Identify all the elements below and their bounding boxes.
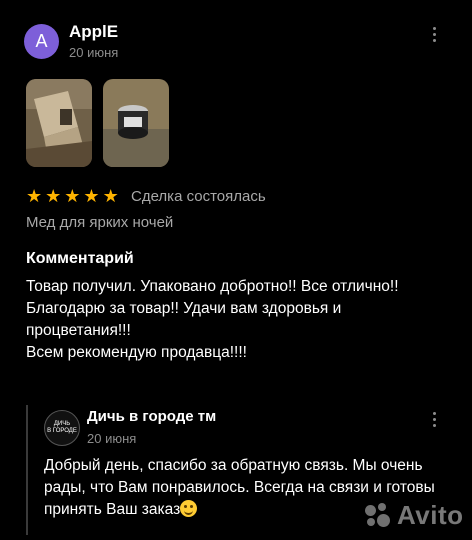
rating-stars: ★ ★ ★ ★ ★ <box>26 186 119 206</box>
reply-divider <box>26 405 28 535</box>
review-more-icon[interactable] <box>432 27 436 42</box>
star-icon: ★ <box>45 186 62 206</box>
avito-logo-icon <box>365 502 391 529</box>
review-photo-jar[interactable] <box>103 79 169 167</box>
comment-heading: Комментарий <box>26 250 134 267</box>
reviewer-avatar[interactable]: A <box>24 24 59 59</box>
smile-emoji-icon <box>180 500 198 517</box>
reviewer-name[interactable]: ApplE <box>69 22 118 42</box>
review-photo-box[interactable] <box>26 79 92 167</box>
watermark-text: Avito <box>397 500 464 530</box>
star-icon: ★ <box>102 186 119 206</box>
item-variant[interactable]: Мед для ярких ночей <box>26 214 173 231</box>
star-icon: ★ <box>83 186 100 206</box>
comment-text: Товар получил. Упаковано добротно!! Все … <box>26 278 399 361</box>
star-icon: ★ <box>26 186 43 206</box>
avito-watermark: Avito <box>365 500 464 531</box>
review-date: 20 июня <box>69 45 119 60</box>
deal-status: Сделка состоялась <box>131 188 266 205</box>
star-icon: ★ <box>64 186 81 206</box>
reply-more-icon[interactable] <box>432 412 436 427</box>
reply-date: 20 июня <box>87 431 137 446</box>
seller-logo[interactable]: ДИЧЬ В ГОРОДЕ <box>44 410 80 446</box>
seller-name[interactable]: Дичь в городе тм <box>87 408 216 425</box>
